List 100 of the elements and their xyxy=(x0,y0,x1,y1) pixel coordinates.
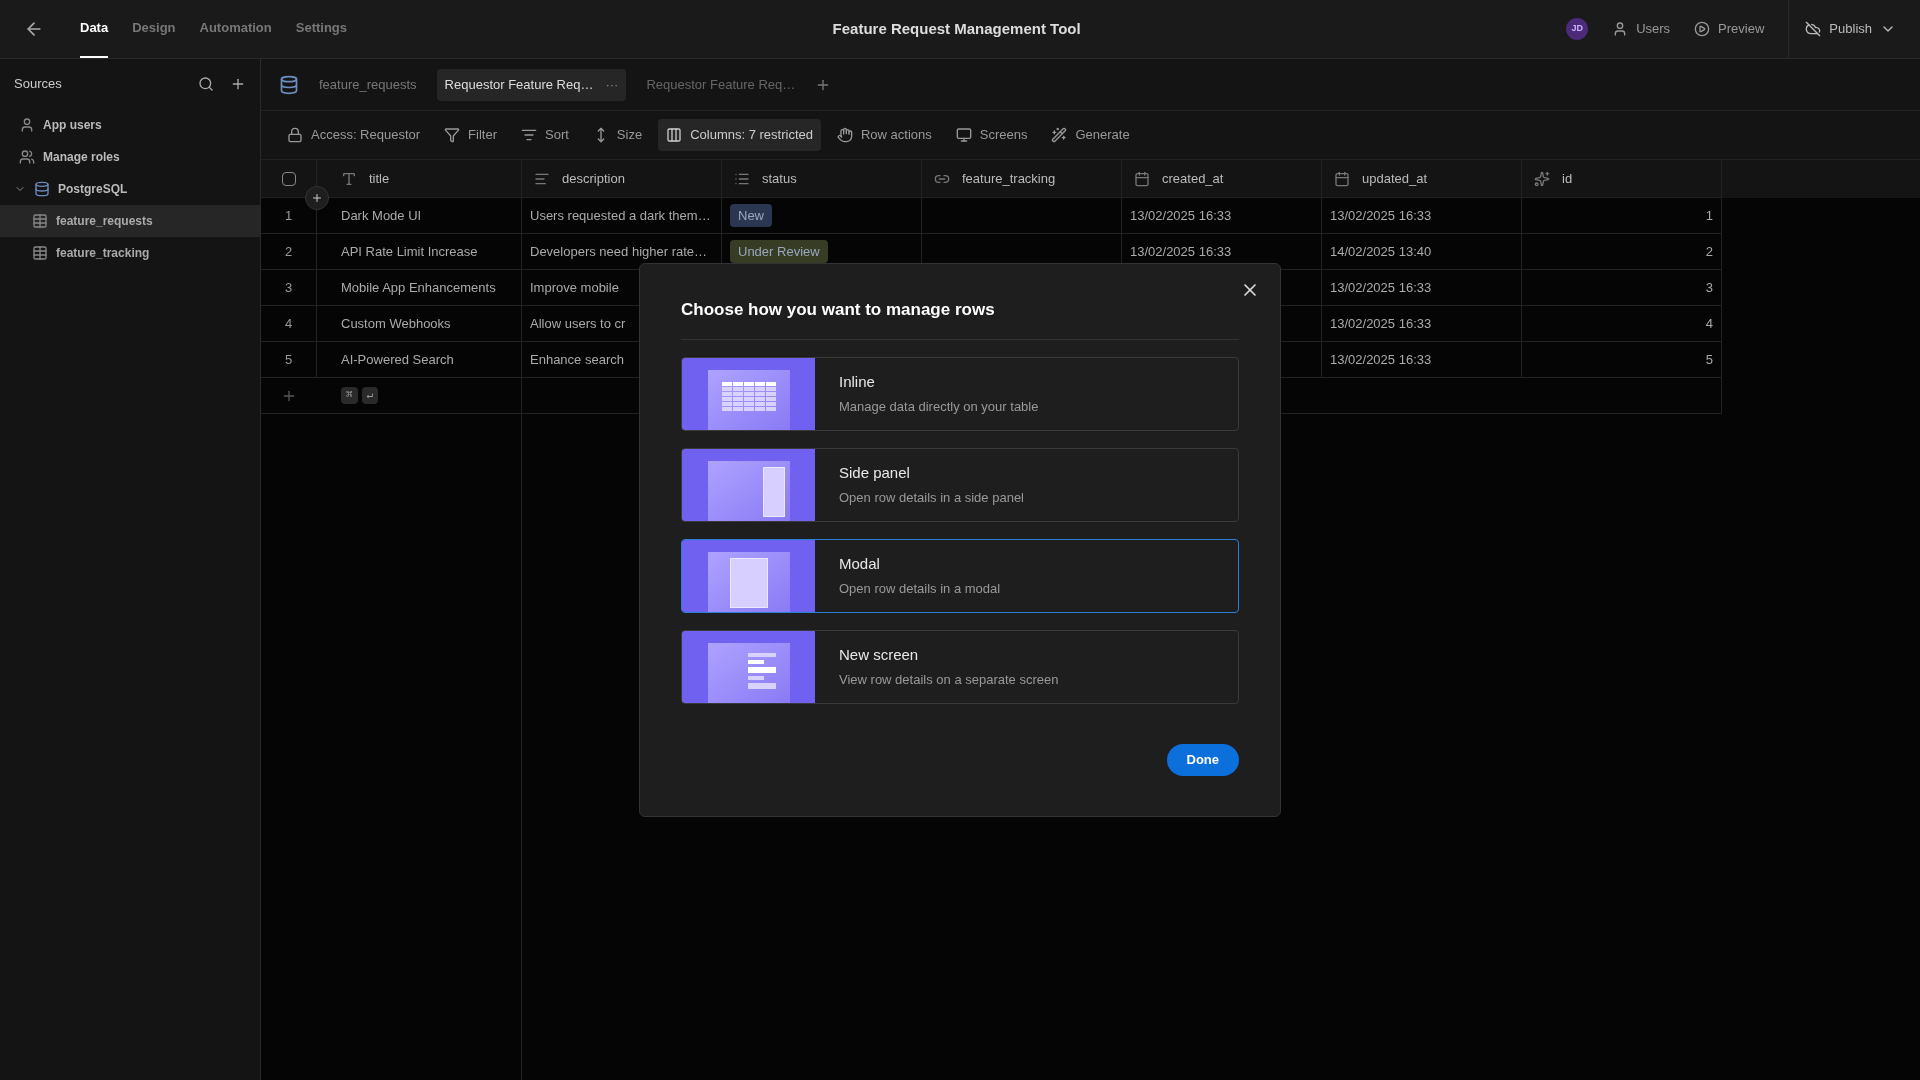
row-number: 1 xyxy=(261,198,317,234)
layout-option[interactable]: Inline Manage data directly on your table xyxy=(681,356,1239,431)
nav-tab[interactable]: Design xyxy=(132,0,176,58)
wand-icon xyxy=(1051,127,1068,143)
nav-tab[interactable]: Automation xyxy=(199,0,272,58)
add-column-button[interactable] xyxy=(305,186,329,210)
toolbar-button[interactable]: Size xyxy=(584,119,651,151)
plus-icon xyxy=(311,192,323,204)
table-icon xyxy=(32,245,48,261)
sidebar-item[interactable]: feature_requests xyxy=(0,205,260,237)
publish-button[interactable]: Publish xyxy=(1788,0,1896,58)
column-header[interactable]: id xyxy=(1522,160,1722,198)
toolbar-button[interactable]: Sort xyxy=(513,119,577,151)
cell-text: Mobile App Enhancements xyxy=(341,278,496,297)
option-description: View row details on a separate screen xyxy=(839,670,1059,689)
dialog-title: Choose how you want to manage rows xyxy=(681,297,1239,340)
layout-option[interactable]: New screen View row details on a separate screen xyxy=(681,629,1239,704)
sidebar-item[interactable]: feature_tracking xyxy=(0,237,260,269)
toolbar-button[interactable]: Screens xyxy=(947,119,1036,151)
table-icon xyxy=(32,213,48,229)
play-icon xyxy=(1694,21,1711,37)
toolbar-button[interactable]: Generate xyxy=(1043,119,1138,151)
nav-tab[interactable]: Settings xyxy=(295,0,348,58)
view-tab[interactable]: Requestor Feature Req… ··· xyxy=(436,68,627,101)
source-tab[interactable]: feature_requests xyxy=(311,74,425,95)
cell-text: Enhance search xyxy=(530,350,624,369)
lock-icon xyxy=(287,127,303,143)
row-number: 2 xyxy=(261,234,317,270)
cell-text: Allow users to cr xyxy=(530,314,626,333)
cell-text: 13/02/2025 16:33 xyxy=(1330,350,1432,369)
row-number: 4 xyxy=(261,306,317,342)
option-title: Inline xyxy=(839,372,876,393)
option-title: Side panel xyxy=(839,463,911,484)
cell-text: 2 xyxy=(1705,242,1713,261)
column-header[interactable]: updated_at xyxy=(1322,160,1522,198)
filter-icon xyxy=(444,127,461,143)
sidebar-title: Sources xyxy=(14,75,63,94)
status-tag: Under Review xyxy=(730,239,828,264)
cell-text: Custom Webhooks xyxy=(341,314,451,333)
status-tag: New xyxy=(730,203,772,228)
select-all-checkbox[interactable] xyxy=(281,171,296,186)
search-icon[interactable] xyxy=(198,76,214,92)
option-title: Modal xyxy=(839,554,881,575)
app-title: Feature Request Management Tool xyxy=(832,18,1081,39)
cell-text: 4 xyxy=(1705,314,1713,333)
cell-text: Developers need higher rate… xyxy=(530,242,708,261)
sidebar-item[interactable]: App users xyxy=(0,109,260,141)
cell-text: 14/02/2025 13:40 xyxy=(1330,242,1432,261)
option-description: Open row details in a side panel xyxy=(839,488,1024,507)
option-description: Open row details in a modal xyxy=(839,579,1001,598)
cloud-off-icon xyxy=(1805,21,1822,37)
cell-text: 13/02/2025 16:33 xyxy=(1330,314,1432,333)
cell-text: 13/02/2025 16:33 xyxy=(1330,278,1432,297)
tab-label[interactable]: Requestor Feature Req… xyxy=(444,74,594,95)
add-icon[interactable] xyxy=(230,76,246,92)
cell-text: Dark Mode UI xyxy=(341,206,422,225)
cell-text: API Rate Limit Increase xyxy=(341,242,478,261)
key-hint: ↵ xyxy=(361,387,379,404)
column-header[interactable]: feature_tracking xyxy=(922,160,1122,198)
toolbar-button[interactable]: Filter xyxy=(436,119,505,151)
cell-text: 13/02/2025 16:33 xyxy=(1330,206,1432,225)
column-header[interactable]: status xyxy=(722,160,922,198)
toolbar-button[interactable]: Access: Requestor xyxy=(279,119,429,151)
option-title: New screen xyxy=(839,645,920,666)
option-description: Manage data directly on your table xyxy=(839,397,1039,416)
cell-text: Improve mobile xyxy=(530,278,619,297)
column-header[interactable]: title xyxy=(317,160,522,198)
database-icon xyxy=(279,74,299,95)
sidebar-item[interactable]: Manage roles xyxy=(0,141,260,173)
database-icon xyxy=(34,181,50,197)
columns-icon xyxy=(666,127,683,143)
layout-option[interactable]: Side panel Open row details in a side panel xyxy=(681,447,1239,522)
text-icon xyxy=(341,170,357,187)
row-number: 5 xyxy=(261,342,317,378)
cell-text: 13/02/2025 16:33 xyxy=(1130,206,1232,225)
sidebar-item[interactable]: PostgreSQL xyxy=(0,173,260,205)
toolbar-button[interactable]: Row actions xyxy=(828,119,940,151)
key-hint: ⌘ xyxy=(341,387,358,404)
cell-text: Users requested a dark them… xyxy=(530,206,711,225)
cell-text: 13/02/2025 16:33 xyxy=(1130,242,1232,261)
toolbar-button[interactable]: Columns: 7 restricted xyxy=(658,119,821,151)
cell-text: 1 xyxy=(1705,206,1713,225)
preview-button[interactable]: Preview xyxy=(1694,19,1765,39)
users-icon xyxy=(19,149,35,165)
column-header[interactable]: created_at xyxy=(1122,160,1322,198)
done-button[interactable]: Done xyxy=(1166,743,1239,776)
user-icon xyxy=(19,117,35,133)
column-header[interactable]: description xyxy=(522,160,722,198)
layout-option[interactable]: Modal Open row details in a modal xyxy=(681,538,1239,613)
sparkle-icon xyxy=(1534,170,1550,187)
row-number: 3 xyxy=(261,270,317,306)
users-button[interactable]: Users xyxy=(1612,19,1671,39)
calendar-icon xyxy=(1334,170,1350,187)
avatar[interactable]: JD xyxy=(1566,18,1589,40)
monitor-icon xyxy=(955,127,972,143)
cell-text: 3 xyxy=(1705,278,1713,297)
hand-icon xyxy=(836,127,853,143)
calendar-icon xyxy=(1134,170,1150,187)
more-icon[interactable]: ··· xyxy=(605,74,619,95)
sort-icon xyxy=(521,127,537,143)
